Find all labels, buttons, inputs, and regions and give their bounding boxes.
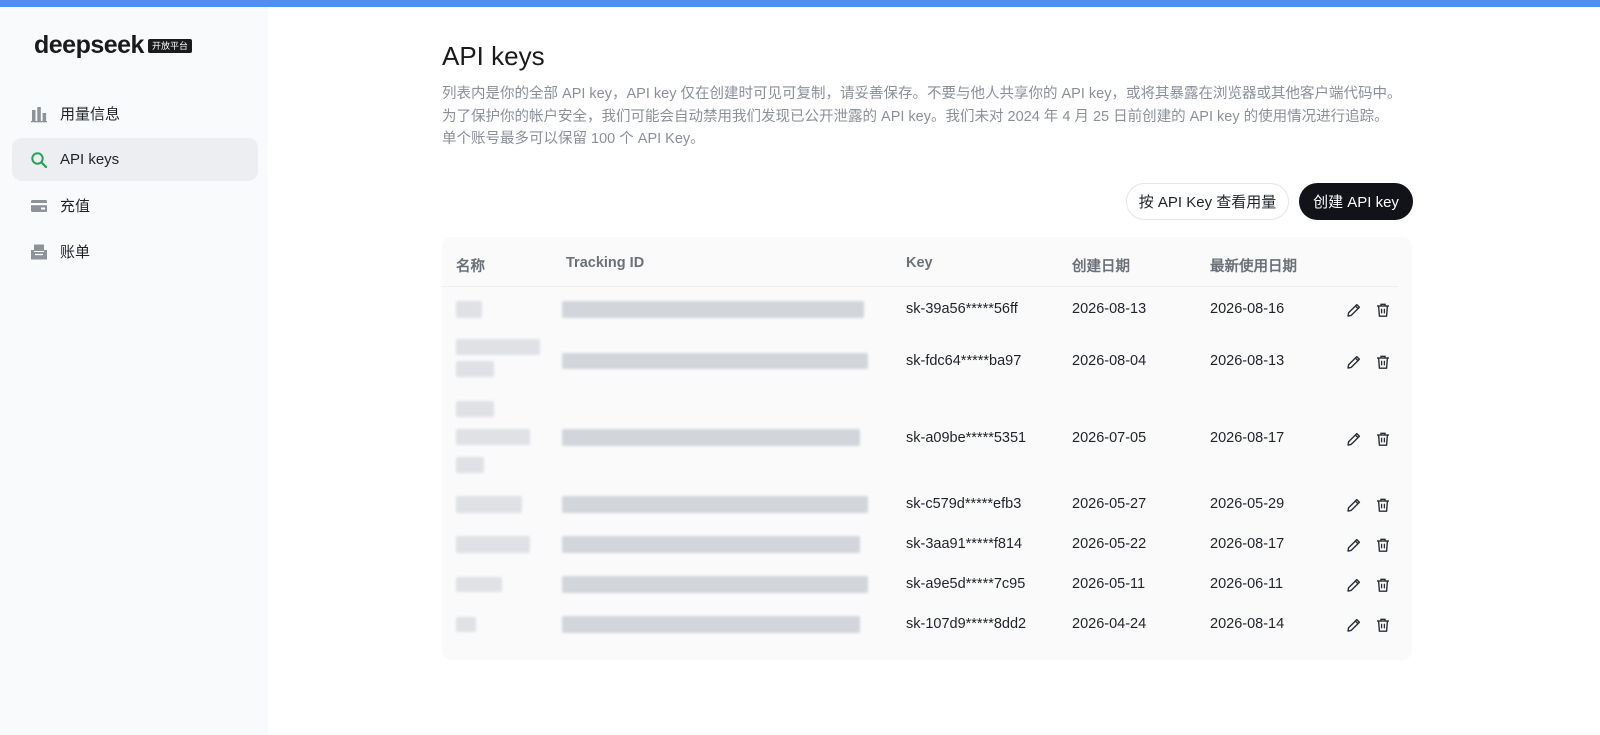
sidebar-item-label: 用量信息 [60, 106, 121, 123]
inbox-icon [30, 243, 48, 261]
edit-icon[interactable] [1345, 496, 1363, 514]
last-used-date: 2026-08-13 [1210, 353, 1285, 369]
created-date: 2026-08-13 [1072, 301, 1147, 317]
description-line: 为了保护你的帐户安全，我们可能会自动禁用我们发现已公开泄露的 API key。我… [442, 108, 1389, 125]
created-date: 2026-05-22 [1072, 536, 1147, 552]
redacted-name [456, 457, 484, 473]
edit-icon[interactable] [1345, 576, 1363, 594]
header-created: 创建日期 [1072, 259, 1130, 275]
sidebar-nav: 用量信息 API keys 充值 账单 [12, 92, 258, 276]
page-description: 列表内是你的全部 API key，API key 仅在创建时可见可复制，请妥善保… [442, 83, 1422, 151]
description-line: 列表内是你的全部 API key，API key 仅在创建时可见可复制，请妥善保… [442, 86, 1402, 102]
redacted-tracking-id [562, 496, 868, 513]
trash-icon[interactable] [1374, 496, 1392, 514]
redacted-name [456, 401, 494, 417]
brand-name: deepseek [34, 31, 144, 59]
table-row[interactable]: sk-3aa91*****f814 2026-05-22 2026-08-17 [442, 525, 1398, 565]
edit-icon[interactable] [1345, 353, 1363, 371]
sidebar-item-label: 充值 [60, 198, 91, 215]
table-row[interactable]: sk-a9e5d*****7c95 2026-05-11 2026-06-11 [442, 565, 1398, 605]
redacted-name [456, 361, 494, 377]
redacted-name [456, 577, 502, 592]
redacted-name [456, 617, 476, 632]
header-last-used: 最新使用日期 [1210, 259, 1297, 275]
trash-icon[interactable] [1374, 616, 1392, 634]
redacted-tracking-id [562, 301, 864, 318]
trash-icon[interactable] [1374, 301, 1392, 319]
edit-icon[interactable] [1345, 536, 1363, 554]
api-keys-table: 名称 Tracking ID Key 创建日期 最新使用日期 sk-39a56*… [442, 237, 1412, 660]
trash-icon[interactable] [1374, 430, 1392, 448]
edit-icon[interactable] [1345, 301, 1363, 319]
created-date: 2026-04-24 [1072, 616, 1147, 632]
key-value: sk-a9e5d*****7c95 [906, 576, 1026, 592]
last-used-date: 2026-08-16 [1210, 301, 1285, 317]
key-value: sk-3aa91*****f814 [906, 536, 1023, 552]
sidebar-item-label: API keys [60, 151, 120, 168]
sidebar-item-label: 账单 [60, 244, 91, 261]
sidebar-item-usage[interactable]: 用量信息 [12, 92, 258, 135]
created-date: 2026-05-27 [1072, 496, 1147, 512]
trash-icon[interactable] [1374, 536, 1392, 554]
search-icon [30, 151, 48, 169]
edit-icon[interactable] [1345, 430, 1363, 448]
redacted-tracking-id [562, 616, 860, 633]
header-tracking-id: Tracking ID [566, 255, 645, 271]
table-row[interactable]: sk-c579d*****efb3 2026-05-27 2026-05-29 [442, 485, 1398, 525]
description-line: 单个账号最多可以保留 100 个 API Key。 [442, 131, 705, 147]
header-name: 名称 [456, 259, 485, 275]
redacted-tracking-id [562, 353, 868, 369]
redacted-tracking-id [562, 576, 868, 593]
last-used-date: 2026-06-11 [1210, 576, 1284, 592]
key-value: sk-a09be*****5351 [906, 430, 1027, 446]
table-row[interactable]: sk-a09be*****5351 2026-07-05 2026-08-17 [442, 393, 1398, 485]
trash-icon[interactable] [1374, 576, 1392, 594]
table-row[interactable]: sk-107d9*****8dd2 2026-04-24 2026-08-14 [442, 605, 1398, 645]
last-used-date: 2026-08-17 [1210, 536, 1285, 552]
top-accent-bar [0, 0, 1600, 7]
redacted-name [456, 339, 540, 355]
redacted-name [456, 536, 530, 553]
redacted-name [456, 496, 522, 513]
last-used-date: 2026-05-29 [1210, 496, 1285, 512]
created-date: 2026-08-04 [1072, 353, 1147, 369]
created-date: 2026-07-05 [1072, 430, 1147, 446]
trash-icon[interactable] [1374, 353, 1392, 371]
brand-logo[interactable]: deepseek 开放平台 [34, 31, 192, 60]
redacted-name [456, 429, 530, 445]
last-used-date: 2026-08-14 [1210, 616, 1285, 632]
sidebar-item-api-keys[interactable]: API keys [12, 138, 258, 181]
key-value: sk-39a56*****56ff [906, 301, 1018, 317]
edit-icon[interactable] [1345, 616, 1363, 634]
sidebar: deepseek 开放平台 用量信息 API keys 充值 账单 [0, 7, 268, 735]
sidebar-item-recharge[interactable]: 充值 [12, 184, 258, 227]
table-row[interactable]: sk-39a56*****56ff 2026-08-13 2026-08-16 [442, 289, 1398, 329]
key-value: sk-c579d*****efb3 [906, 496, 1022, 512]
last-used-date: 2026-08-17 [1210, 430, 1285, 446]
page-title: API keys [442, 41, 545, 71]
key-value: sk-107d9*****8dd2 [906, 616, 1027, 632]
created-date: 2026-05-11 [1072, 576, 1146, 592]
header-key: Key [906, 255, 933, 271]
sidebar-item-billing[interactable]: 账单 [12, 230, 258, 273]
usage-by-key-button[interactable]: 按 API Key 查看用量 [1126, 183, 1289, 220]
redacted-name [456, 301, 482, 318]
table-row[interactable]: sk-fdc64*****ba97 2026-08-04 2026-08-13 [442, 329, 1398, 393]
wallet-icon [30, 197, 48, 215]
brand-badge: 开放平台 [147, 38, 192, 53]
redacted-tracking-id [562, 429, 860, 446]
bar-chart-icon [30, 105, 48, 123]
redacted-tracking-id [562, 536, 860, 553]
key-value: sk-fdc64*****ba97 [906, 353, 1022, 369]
table-header: 名称 Tracking ID Key 创建日期 最新使用日期 [442, 237, 1398, 287]
create-api-key-button[interactable]: 创建 API key [1299, 183, 1413, 220]
